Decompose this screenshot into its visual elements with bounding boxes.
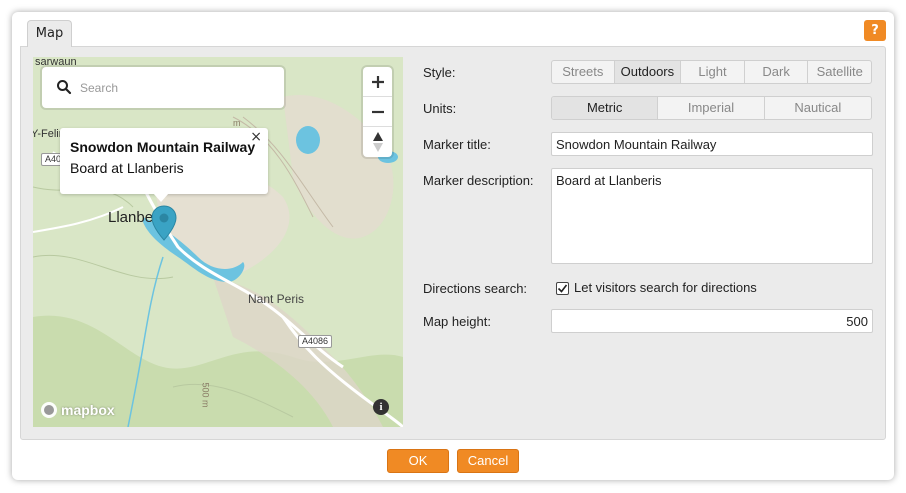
popup-title: Snowdon Mountain Railway <box>70 139 256 155</box>
plus-icon <box>371 75 384 88</box>
directions-checkbox-label[interactable]: Let visitors search for directions <box>574 280 757 295</box>
units-label: Units: <box>423 101 457 116</box>
map-search-input[interactable] <box>80 77 270 99</box>
map-label-contour-500: 500 m <box>200 382 211 408</box>
search-icon <box>57 80 72 95</box>
compass-button[interactable] <box>363 127 392 157</box>
style-selector: Streets Outdoors Light Dark Satellite <box>551 60 872 84</box>
mapbox-logo-icon <box>41 402 57 418</box>
style-option-satellite[interactable]: Satellite <box>808 61 871 83</box>
ok-button[interactable]: OK <box>387 449 449 473</box>
popup-close-icon[interactable]: × <box>250 129 262 145</box>
info-icon[interactable]: i <box>373 399 389 415</box>
units-option-nautical[interactable]: Nautical <box>765 97 871 119</box>
mapbox-logo[interactable]: mapbox <box>40 401 115 419</box>
map-height-input[interactable] <box>551 309 873 333</box>
zoom-out-button[interactable] <box>363 97 392 127</box>
cancel-button[interactable]: Cancel <box>457 449 519 473</box>
style-option-streets[interactable]: Streets <box>552 61 615 83</box>
compass-icon <box>372 132 383 152</box>
zoom-in-button[interactable] <box>363 67 392 97</box>
map-dialog: Map ? sarwaun Y-Felin A40 Llanber m Nant… <box>12 12 894 480</box>
marker-description-label: Marker description: <box>423 173 534 188</box>
style-option-light[interactable]: Light <box>681 61 745 83</box>
style-option-dark[interactable]: Dark <box>745 61 809 83</box>
style-option-outdoors[interactable]: Outdoors <box>614 61 682 83</box>
units-option-imperial[interactable]: Imperial <box>658 97 765 119</box>
map-preview[interactable]: sarwaun Y-Felin A40 Llanber m Nant Peris… <box>33 57 403 427</box>
minus-icon <box>371 110 384 113</box>
marker-popup: × Snowdon Mountain Railway Board at Llan… <box>60 128 268 194</box>
marker-title-input[interactable] <box>551 132 873 156</box>
map-label-nant-peris: Nant Peris <box>248 292 305 306</box>
map-terrain <box>33 57 403 427</box>
map-zoom-control <box>363 67 392 157</box>
popup-tip <box>153 193 169 202</box>
mapbox-attribution: mapbox <box>61 402 115 418</box>
help-button[interactable]: ? <box>864 20 886 41</box>
map-height-label: Map height: <box>423 314 491 329</box>
map-label-contour-m: m <box>233 118 241 128</box>
marker-title-label: Marker title: <box>423 137 491 152</box>
checkmark-icon <box>557 284 568 293</box>
road-badge-a4086: A4086 <box>298 335 333 348</box>
marker-description-textarea[interactable]: Board at Llanberis <box>551 168 873 264</box>
directions-search-label: Directions search: <box>423 281 528 296</box>
directions-checkbox[interactable] <box>556 282 569 295</box>
popup-description: Board at Llanberis <box>70 160 184 176</box>
units-selector: Metric Imperial Nautical <box>551 96 872 120</box>
units-option-metric[interactable]: Metric <box>552 97 659 119</box>
map-search-box[interactable] <box>42 67 284 108</box>
map-marker-icon[interactable] <box>151 205 177 241</box>
style-label: Style: <box>423 65 456 80</box>
tab-map[interactable]: Map <box>27 20 72 47</box>
